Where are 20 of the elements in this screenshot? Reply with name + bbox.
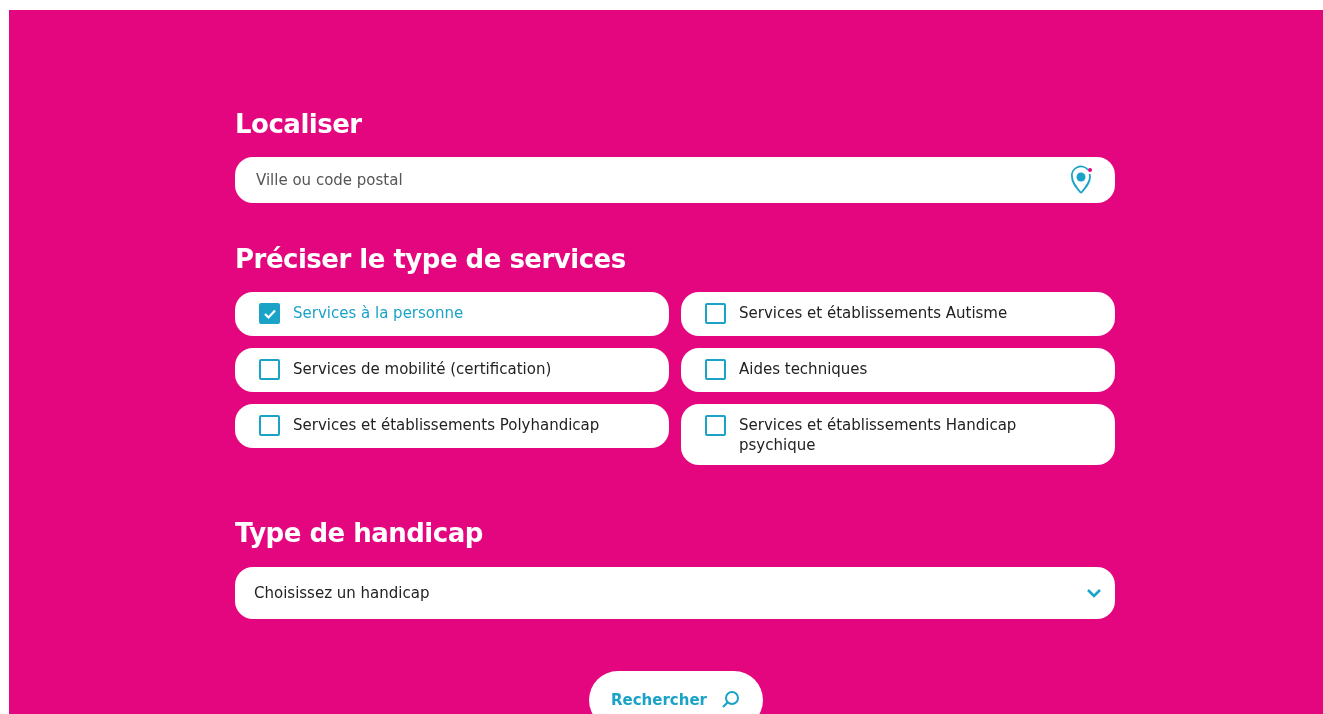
service-option[interactable]: Services et établissements Autisme bbox=[681, 292, 1115, 336]
checkbox[interactable] bbox=[705, 359, 726, 380]
checkbox[interactable] bbox=[259, 359, 280, 380]
section-heading: Préciser le type de services bbox=[235, 243, 626, 276]
location-pin-icon[interactable] bbox=[1069, 165, 1095, 195]
checkbox[interactable] bbox=[705, 303, 726, 324]
checkbox[interactable] bbox=[259, 415, 280, 436]
service-option[interactable]: Services de mobilité (certification) bbox=[235, 348, 669, 392]
service-option[interactable]: Aides techniques bbox=[681, 348, 1115, 392]
checkbox[interactable] bbox=[705, 415, 726, 436]
section-heading: Localiser bbox=[235, 108, 362, 141]
checkbox[interactable] bbox=[259, 303, 280, 324]
service-option[interactable]: Services et établissements Polyhandicap bbox=[235, 404, 669, 448]
checkmark-icon bbox=[262, 307, 277, 320]
service-option[interactable]: Services et établissements Handicap psychique bbox=[681, 404, 1115, 465]
handicap-select[interactable]: Choisissez un handicap bbox=[235, 567, 1115, 619]
search-icon bbox=[721, 690, 741, 710]
city-field[interactable]: Ville ou code postal bbox=[235, 157, 1115, 203]
chevron-down-icon bbox=[1086, 588, 1102, 598]
section-heading: Type de handicap bbox=[235, 517, 483, 550]
